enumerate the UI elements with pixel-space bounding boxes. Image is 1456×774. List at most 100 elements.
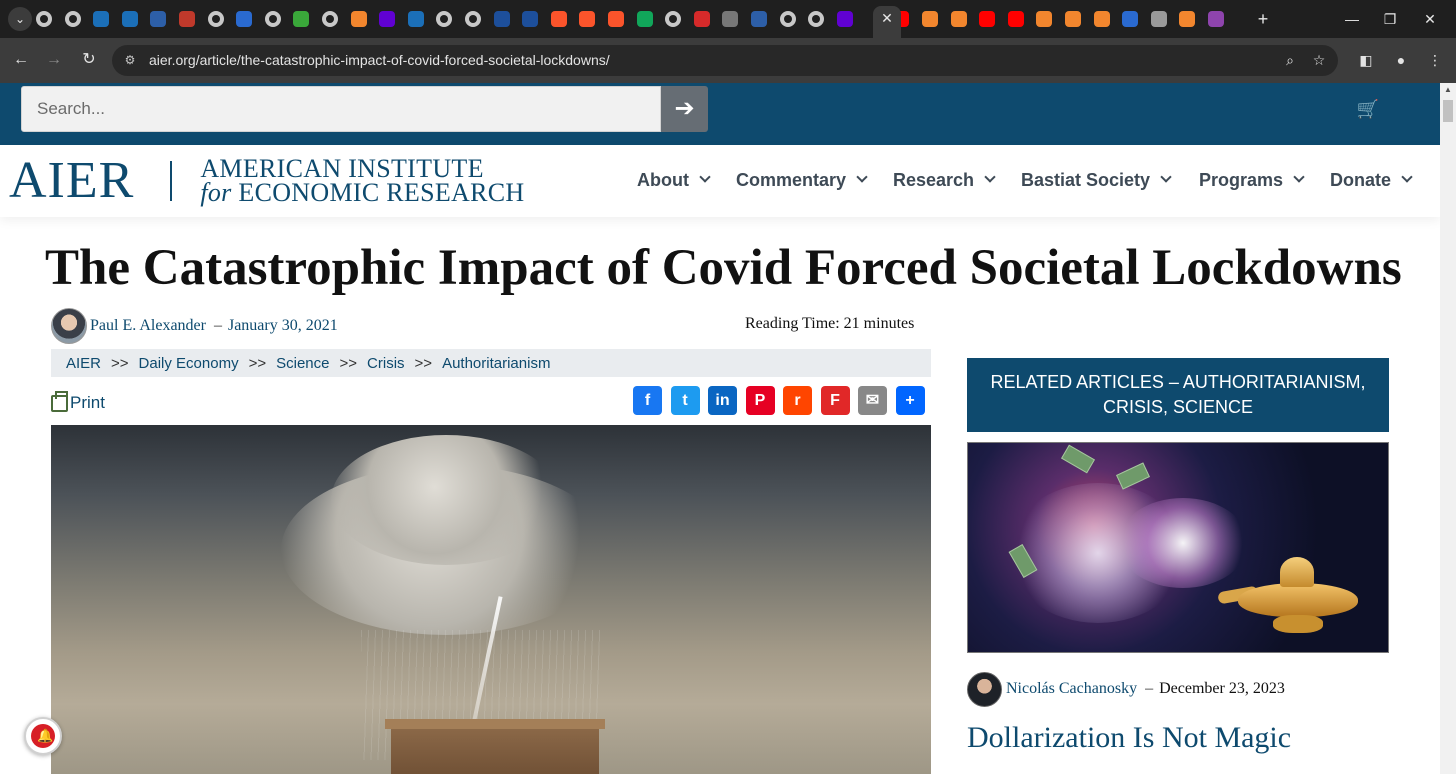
scrollbar-thumb[interactable] (1443, 100, 1453, 122)
shield-favicon-icon[interactable] (93, 11, 110, 27)
author-avatar[interactable] (51, 308, 87, 344)
bookmark-favicon-icon[interactable] (1093, 11, 1110, 27)
brave-favicon-icon[interactable] (608, 11, 624, 27)
breadcrumb-item[interactable]: AIER (66, 355, 101, 372)
nav-research[interactable]: Research (893, 166, 996, 194)
nav-donate[interactable]: Donate (1330, 166, 1413, 194)
breadcrumb-item[interactable]: Science (276, 355, 329, 372)
search-favicon-icon[interactable] (236, 11, 253, 27)
search-favicon-icon[interactable] (1122, 11, 1139, 27)
chevron-down-icon (1401, 171, 1413, 183)
globe-favicon-icon[interactable] (779, 11, 796, 27)
breadcrumb-separator: >> (111, 354, 129, 372)
zoom-icon[interactable]: ⌕ (1280, 50, 1300, 70)
podcast-favicon-icon[interactable] (693, 11, 710, 27)
chevron-down-icon (1293, 171, 1305, 183)
reload-icon[interactable]: ↻ (78, 49, 100, 71)
nav-about[interactable]: About (637, 166, 711, 194)
arrow-favicon-icon[interactable] (150, 11, 167, 27)
close-window-icon[interactable]: ✕ (1420, 9, 1440, 29)
slash-favicon-icon[interactable] (722, 11, 739, 27)
tab-search-icon[interactable]: ⌄ (8, 7, 32, 31)
site-settings-icon[interactable]: ⚙ (122, 52, 138, 68)
breadcrumb-item[interactable]: Authoritarianism (442, 355, 550, 372)
breadcrumb-item[interactable]: Daily Economy (139, 355, 239, 372)
flipboard-share-icon[interactable]: F (820, 386, 850, 415)
youtube-favicon-icon[interactable] (979, 11, 996, 27)
bookmark-favicon-icon[interactable] (1065, 11, 1081, 27)
share-share-icon[interactable]: + (895, 386, 925, 415)
cube-favicon-icon[interactable] (493, 11, 510, 27)
search-submit-button[interactable]: ➔ (661, 86, 708, 132)
side-panel-icon[interactable]: ◧ (1356, 50, 1376, 70)
related-article-image[interactable] (967, 442, 1389, 653)
globe-favicon-icon[interactable] (264, 11, 281, 27)
reddit-share-icon[interactable]: r (783, 386, 812, 415)
forward-icon[interactable]: → (43, 49, 65, 71)
maximize-icon[interactable]: ❐ (1380, 9, 1400, 29)
related-author-link[interactable]: Nicolás Cachanosky (1006, 680, 1137, 698)
nav-programs[interactable]: Programs (1199, 166, 1305, 194)
image-favicon-icon[interactable] (1150, 11, 1167, 27)
new-tab-button[interactable]: + (1253, 9, 1273, 29)
pinterest-share-icon[interactable]: P (745, 386, 775, 415)
breadcrumb-separator: >> (414, 354, 433, 372)
article-hero-image (51, 425, 931, 774)
breadcrumb-item[interactable]: Crisis (367, 355, 405, 372)
scroll-up-icon[interactable]: ▲ (1443, 85, 1453, 95)
printer-icon (51, 390, 68, 412)
brave-favicon-icon[interactable] (579, 11, 596, 27)
email-share-icon[interactable]: ✉ (858, 386, 887, 415)
chevron-down-icon (1160, 171, 1172, 183)
shield-favicon-icon[interactable] (407, 11, 424, 27)
globe-favicon-icon[interactable] (64, 11, 81, 27)
bookmark-favicon-icon[interactable] (350, 11, 367, 27)
article-title: The Catastrophic Impact of Covid Forced … (45, 240, 1402, 296)
arrow-favicon-icon[interactable] (751, 11, 767, 27)
purple-favicon-icon[interactable] (1208, 11, 1224, 27)
globe-favicon-icon[interactable] (322, 11, 338, 27)
search-input[interactable] (21, 86, 661, 132)
globe-favicon-icon[interactable] (207, 11, 224, 27)
minimize-icon[interactable]: — (1342, 9, 1362, 29)
profile-icon[interactable]: ● (1391, 50, 1411, 70)
globe-favicon-icon[interactable] (465, 11, 481, 27)
nav-label: Donate (1330, 170, 1392, 190)
print-button[interactable]: Print (51, 390, 105, 414)
bookmark-favicon-icon[interactable] (1179, 11, 1196, 27)
close-tab-icon[interactable]: ✕ (879, 10, 895, 26)
brave-favicon-icon[interactable] (550, 11, 567, 27)
facebook-share-icon[interactable]: f (633, 386, 662, 415)
bookmark-favicon-icon[interactable] (950, 11, 967, 27)
breadcrumb-separator: >> (339, 354, 358, 372)
article-date[interactable]: January 30, 2021 (228, 317, 338, 335)
related-articles-heading: RELATED ARTICLES – AUTHORITARIANISM, CRI… (967, 358, 1389, 432)
linkedin-share-icon[interactable]: in (708, 386, 737, 415)
page-scrollbar[interactable] (1440, 83, 1456, 774)
back-icon[interactable]: ← (10, 49, 32, 71)
play-favicon-icon[interactable] (293, 11, 310, 27)
cart-icon[interactable]: 🛒 (1356, 99, 1380, 119)
globe-favicon-icon[interactable] (36, 11, 52, 27)
youtube-favicon-icon[interactable] (1007, 11, 1024, 27)
yahoo-favicon-icon[interactable] (836, 11, 853, 27)
yahoo-favicon-icon[interactable] (379, 11, 396, 27)
bookmark-favicon-icon[interactable] (1036, 11, 1053, 27)
aier-logo[interactable]: AIER AMERICAN INSTITUTE for ECONOMIC RES… (9, 152, 524, 210)
bi-favicon-icon[interactable] (179, 11, 195, 27)
nav-bastiat-society[interactable]: Bastiat Society (1021, 166, 1172, 194)
bookmark-favicon-icon[interactable] (922, 11, 938, 27)
twitter-share-icon[interactable]: t (670, 386, 700, 415)
hero-cloud (331, 435, 561, 565)
related-author-avatar[interactable] (967, 671, 1002, 707)
shield-favicon-icon[interactable] (121, 11, 138, 27)
nav-commentary[interactable]: Commentary (736, 166, 868, 194)
related-article-title[interactable]: Dollarization Is Not Magic (967, 718, 1387, 758)
author-link[interactable]: Paul E. Alexander (90, 317, 206, 335)
bookmark-star-icon[interactable]: ☆ (1309, 50, 1329, 70)
g-favicon-icon[interactable] (636, 11, 653, 27)
menu-icon[interactable]: ⋮ (1425, 50, 1445, 70)
url-text[interactable]: aier.org/article/the-catastrophic-impact… (149, 52, 610, 68)
cube-favicon-icon[interactable] (522, 11, 539, 27)
notification-bell-button[interactable]: 🔔 (24, 717, 62, 755)
